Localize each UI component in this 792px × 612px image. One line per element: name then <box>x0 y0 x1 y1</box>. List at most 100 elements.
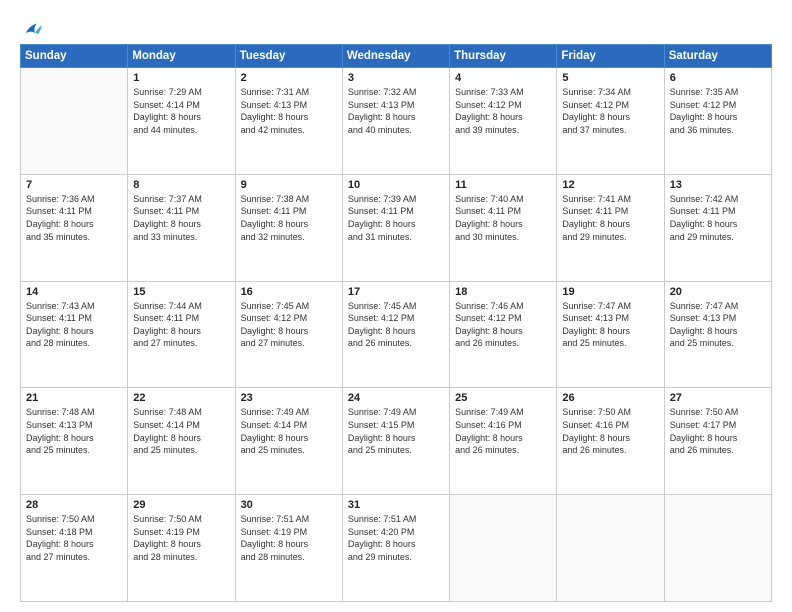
calendar-cell: 25Sunrise: 7:49 AMSunset: 4:16 PMDayligh… <box>450 388 557 495</box>
calendar-cell: 15 Sunrise: 7:44 AMSunset: 4:11 PMDayligh… <box>128 281 235 388</box>
day-info: Sunrise: 7:51 AMSunset: 4:20 PMDaylight:… <box>348 513 444 563</box>
calendar-cell: 20 Sunrise: 7:47 AMSunset: 4:13 PMDayligh… <box>664 281 771 388</box>
weekday-header-wednesday: Wednesday <box>342 45 449 68</box>
day-info: Sunrise: 7:35 AMSunset: 4:12 PMDaylight:… <box>670 86 766 136</box>
calendar-cell: 10Sunrise: 7:39 AMSunset: 4:11 PMDayligh… <box>342 174 449 281</box>
day-info: Sunrise: 7:48 AMSunset: 4:14 PMDaylight:… <box>133 406 229 456</box>
day-info: Sunrise: 7:33 AMSunset: 4:12 PMDaylight:… <box>455 86 551 136</box>
logo <box>20 18 44 36</box>
weekday-header-sunday: Sunday <box>21 45 128 68</box>
day-number: 23 <box>241 392 337 404</box>
day-number: 6 <box>670 72 766 84</box>
day-number: 28 <box>26 499 122 511</box>
calendar-cell <box>450 495 557 602</box>
day-number: 31 <box>348 499 444 511</box>
calendar-cell: 12 Sunrise: 7:41 AMSunset: 4:11 PMDayligh… <box>557 174 664 281</box>
day-number: 26 <box>562 392 658 404</box>
day-number: 16 <box>241 286 337 298</box>
day-number: 2 <box>241 72 337 84</box>
day-number: 30 <box>241 499 337 511</box>
day-number: 8 <box>133 179 229 191</box>
calendar-cell: 17Sunrise: 7:45 AMSunset: 4:12 PMDayligh… <box>342 281 449 388</box>
day-number: 19 <box>562 286 658 298</box>
calendar-cell: 29Sunrise: 7:50 AMSunset: 4:19 PMDayligh… <box>128 495 235 602</box>
calendar-cell: 19 Sunrise: 7:47 AMSunset: 4:13 PMDayligh… <box>557 281 664 388</box>
week-row-4: 21Sunrise: 7:48 AMSunset: 4:13 PMDayligh… <box>21 388 772 495</box>
calendar-cell: 11 Sunrise: 7:40 AMSunset: 4:11 PMDayligh… <box>450 174 557 281</box>
weekday-header-saturday: Saturday <box>664 45 771 68</box>
calendar-cell: 5Sunrise: 7:34 AMSunset: 4:12 PMDaylight… <box>557 68 664 175</box>
header <box>20 18 772 36</box>
day-number: 11 <box>455 179 551 191</box>
calendar-table: SundayMondayTuesdayWednesdayThursdayFrid… <box>20 44 772 602</box>
calendar-cell: 4Sunrise: 7:33 AMSunset: 4:12 PMDaylight… <box>450 68 557 175</box>
calendar-cell: 18 Sunrise: 7:46 AMSunset: 4:12 PMDayligh… <box>450 281 557 388</box>
day-number: 3 <box>348 72 444 84</box>
calendar-cell: 30 Sunrise: 7:51 AMSunset: 4:19 PMDayligh… <box>235 495 342 602</box>
day-info: Sunrise: 7:50 AMSunset: 4:19 PMDaylight:… <box>133 513 229 563</box>
day-info: Sunrise: 7:50 AMSunset: 4:16 PMDaylight:… <box>562 406 658 456</box>
day-info: Sunrise: 7:48 AMSunset: 4:13 PMDaylight:… <box>26 406 122 456</box>
weekday-header-monday: Monday <box>128 45 235 68</box>
logo-bird-icon <box>22 18 44 40</box>
day-info: Sunrise: 7:51 AMSunset: 4:19 PMDaylight:… <box>241 513 337 563</box>
day-number: 9 <box>241 179 337 191</box>
calendar-cell: 22 Sunrise: 7:48 AMSunset: 4:14 PMDayligh… <box>128 388 235 495</box>
week-row-1: 1Sunrise: 7:29 AMSunset: 4:14 PMDaylight… <box>21 68 772 175</box>
day-info: Sunrise: 7:49 AMSunset: 4:16 PMDaylight:… <box>455 406 551 456</box>
day-info: Sunrise: 7:34 AMSunset: 4:12 PMDaylight:… <box>562 86 658 136</box>
calendar-cell: 23 Sunrise: 7:49 AMSunset: 4:14 PMDayligh… <box>235 388 342 495</box>
calendar-cell <box>557 495 664 602</box>
day-info: Sunrise: 7:46 AMSunset: 4:12 PMDaylight:… <box>455 300 551 350</box>
calendar-cell: 31 Sunrise: 7:51 AMSunset: 4:20 PMDayligh… <box>342 495 449 602</box>
day-number: 15 <box>133 286 229 298</box>
day-info: Sunrise: 7:38 AMSunset: 4:11 PMDaylight:… <box>241 193 337 243</box>
day-number: 20 <box>670 286 766 298</box>
day-number: 18 <box>455 286 551 298</box>
weekday-header-thursday: Thursday <box>450 45 557 68</box>
day-info: Sunrise: 7:45 AMSunset: 4:12 PMDaylight:… <box>348 300 444 350</box>
day-info: Sunrise: 7:49 AMSunset: 4:15 PMDaylight:… <box>348 406 444 456</box>
day-number: 22 <box>133 392 229 404</box>
weekday-header-friday: Friday <box>557 45 664 68</box>
day-info: Sunrise: 7:42 AMSunset: 4:11 PMDaylight:… <box>670 193 766 243</box>
calendar-cell: 13Sunrise: 7:42 AMSunset: 4:11 PMDayligh… <box>664 174 771 281</box>
calendar-cell: 24 Sunrise: 7:49 AMSunset: 4:15 PMDayligh… <box>342 388 449 495</box>
day-info: Sunrise: 7:31 AMSunset: 4:13 PMDaylight:… <box>241 86 337 136</box>
day-info: Sunrise: 7:50 AMSunset: 4:17 PMDaylight:… <box>670 406 766 456</box>
day-info: Sunrise: 7:41 AMSunset: 4:11 PMDaylight:… <box>562 193 658 243</box>
calendar-cell: 7Sunrise: 7:36 AMSunset: 4:11 PMDaylight… <box>21 174 128 281</box>
day-info: Sunrise: 7:43 AMSunset: 4:11 PMDaylight:… <box>26 300 122 350</box>
day-info: Sunrise: 7:47 AMSunset: 4:13 PMDaylight:… <box>562 300 658 350</box>
calendar-cell: 21Sunrise: 7:48 AMSunset: 4:13 PMDayligh… <box>21 388 128 495</box>
day-number: 14 <box>26 286 122 298</box>
calendar-cell: 26 Sunrise: 7:50 AMSunset: 4:16 PMDayligh… <box>557 388 664 495</box>
calendar-cell: 1Sunrise: 7:29 AMSunset: 4:14 PMDaylight… <box>128 68 235 175</box>
week-row-5: 28 Sunrise: 7:50 AMSunset: 4:18 PMDayligh… <box>21 495 772 602</box>
weekday-header-row: SundayMondayTuesdayWednesdayThursdayFrid… <box>21 45 772 68</box>
day-info: Sunrise: 7:37 AMSunset: 4:11 PMDaylight:… <box>133 193 229 243</box>
calendar-cell: 28 Sunrise: 7:50 AMSunset: 4:18 PMDayligh… <box>21 495 128 602</box>
day-info: Sunrise: 7:49 AMSunset: 4:14 PMDaylight:… <box>241 406 337 456</box>
weekday-header-tuesday: Tuesday <box>235 45 342 68</box>
day-info: Sunrise: 7:44 AMSunset: 4:11 PMDaylight:… <box>133 300 229 350</box>
day-info: Sunrise: 7:47 AMSunset: 4:13 PMDaylight:… <box>670 300 766 350</box>
calendar-cell <box>21 68 128 175</box>
day-number: 24 <box>348 392 444 404</box>
day-info: Sunrise: 7:29 AMSunset: 4:14 PMDaylight:… <box>133 86 229 136</box>
calendar-cell: 9 Sunrise: 7:38 AMSunset: 4:11 PMDaylight… <box>235 174 342 281</box>
day-info: Sunrise: 7:36 AMSunset: 4:11 PMDaylight:… <box>26 193 122 243</box>
day-info: Sunrise: 7:50 AMSunset: 4:18 PMDaylight:… <box>26 513 122 563</box>
calendar-cell: 3Sunrise: 7:32 AMSunset: 4:13 PMDaylight… <box>342 68 449 175</box>
day-number: 12 <box>562 179 658 191</box>
calendar-cell <box>664 495 771 602</box>
page: SundayMondayTuesdayWednesdayThursdayFrid… <box>0 0 792 612</box>
calendar-cell: 16 Sunrise: 7:45 AMSunset: 4:12 PMDayligh… <box>235 281 342 388</box>
day-info: Sunrise: 7:45 AMSunset: 4:12 PMDaylight:… <box>241 300 337 350</box>
week-row-3: 14 Sunrise: 7:43 AMSunset: 4:11 PMDayligh… <box>21 281 772 388</box>
day-info: Sunrise: 7:39 AMSunset: 4:11 PMDaylight:… <box>348 193 444 243</box>
day-info: Sunrise: 7:40 AMSunset: 4:11 PMDaylight:… <box>455 193 551 243</box>
week-row-2: 7Sunrise: 7:36 AMSunset: 4:11 PMDaylight… <box>21 174 772 281</box>
calendar-cell: 14 Sunrise: 7:43 AMSunset: 4:11 PMDayligh… <box>21 281 128 388</box>
calendar-cell: 8 Sunrise: 7:37 AMSunset: 4:11 PMDaylight… <box>128 174 235 281</box>
